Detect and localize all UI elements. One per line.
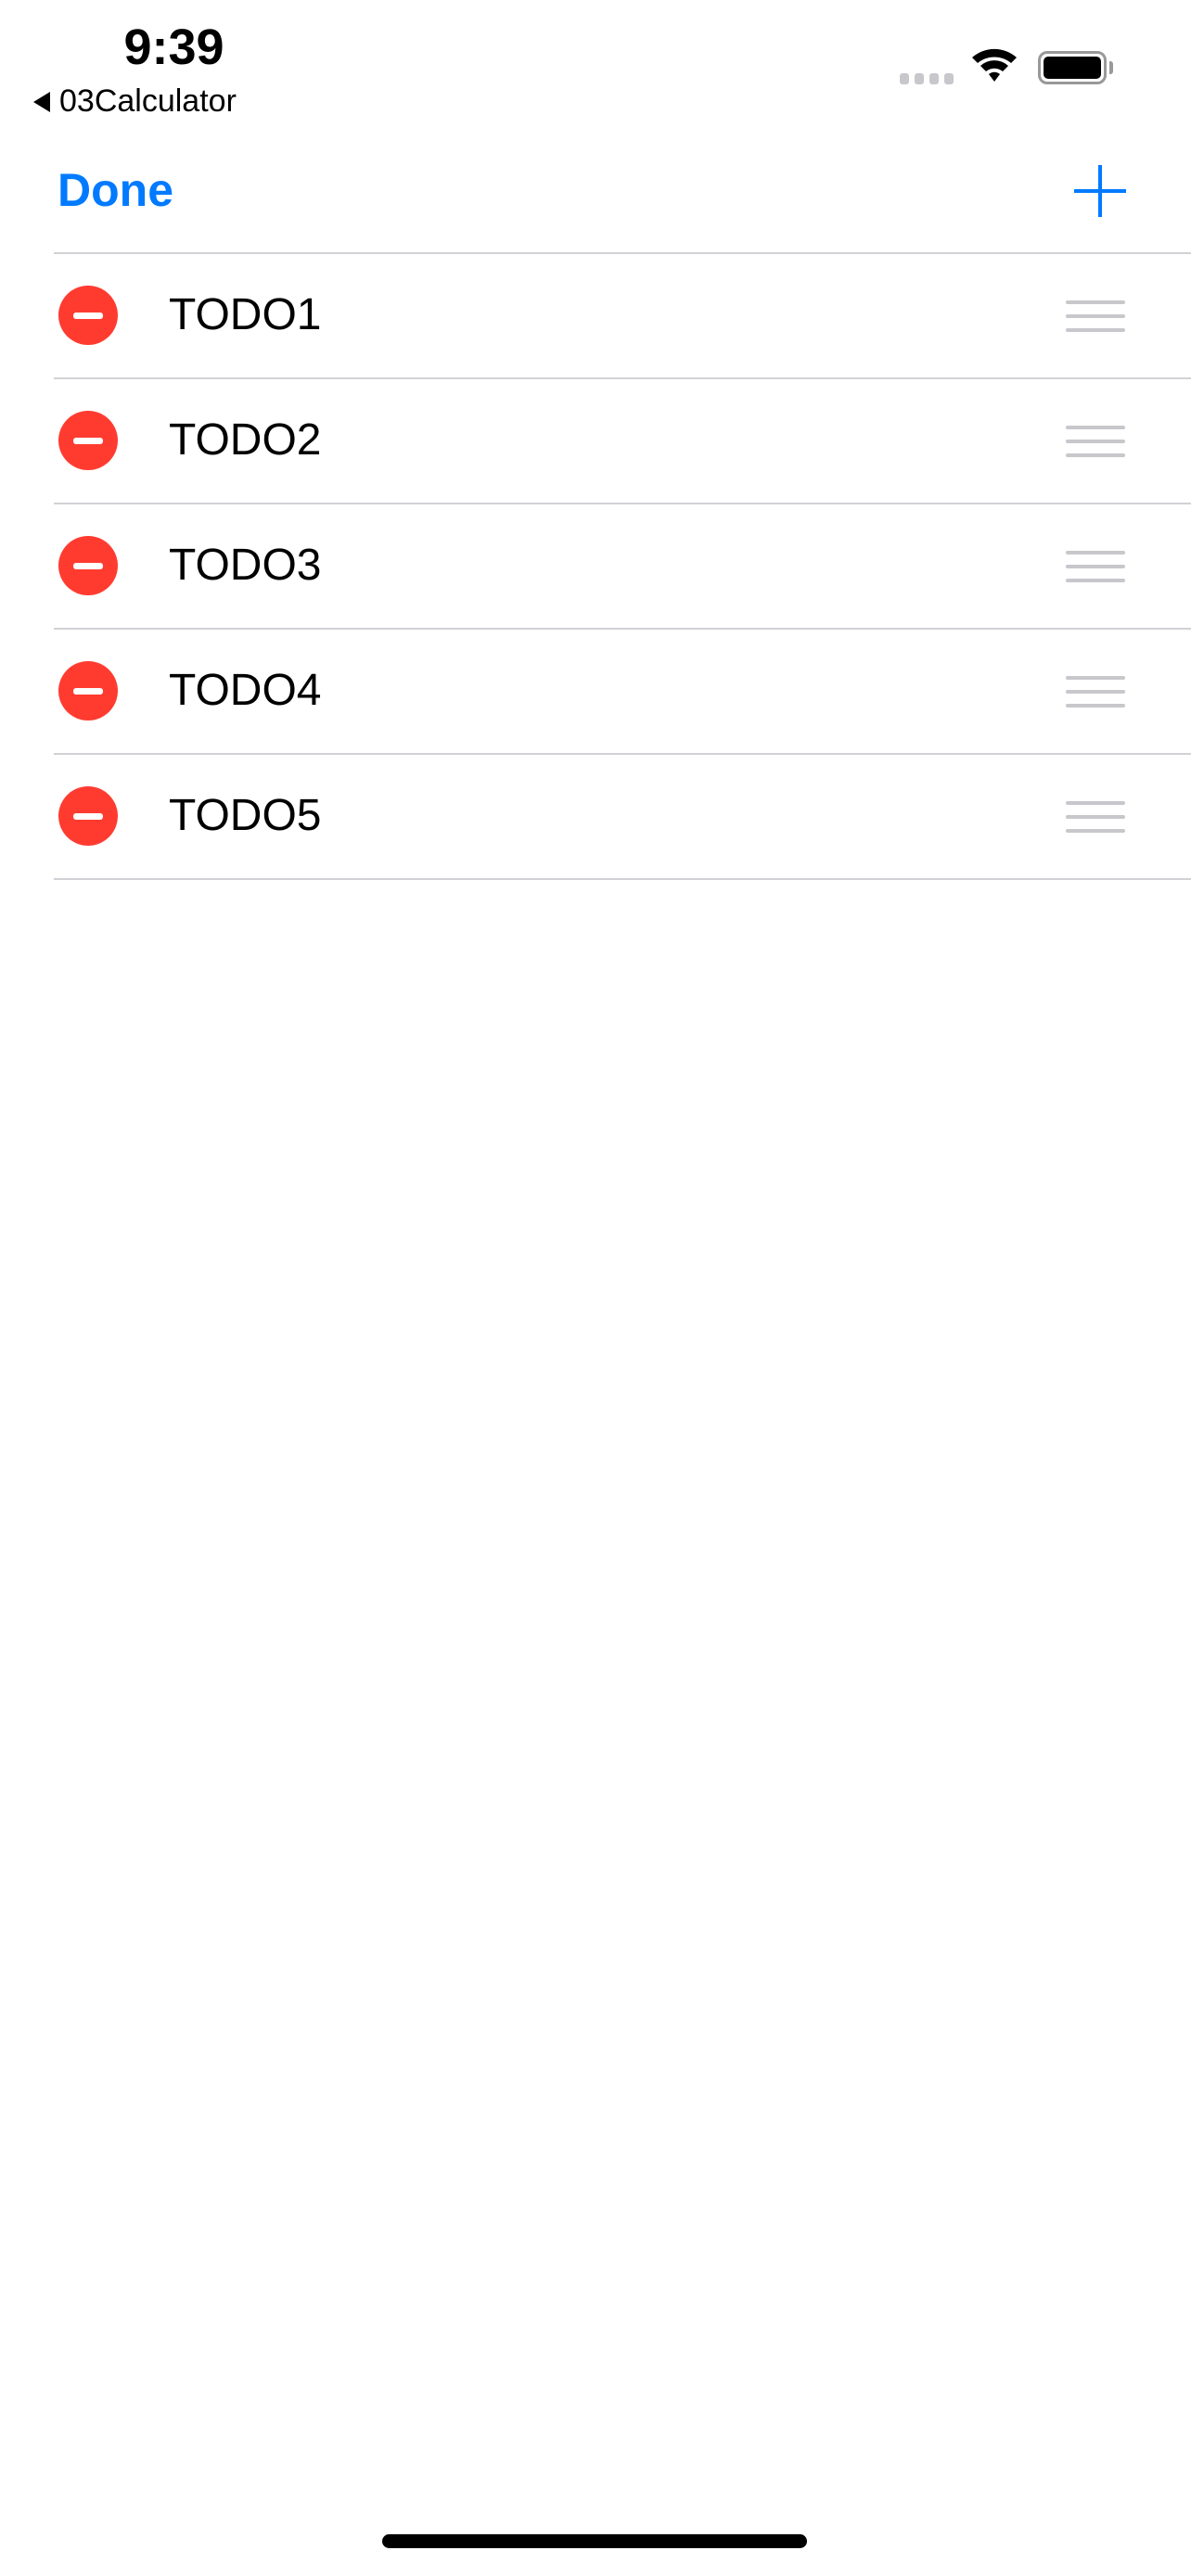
list-item: TODO4 [54, 630, 1191, 755]
delete-minus-icon[interactable] [58, 411, 118, 470]
delete-minus-icon[interactable] [58, 786, 118, 846]
wifi-icon [972, 48, 1017, 82]
item-label: TODO4 [169, 666, 322, 715]
status-time: 9:39 [123, 19, 224, 75]
item-label: TODO5 [169, 791, 322, 840]
reorder-handle-icon[interactable] [1066, 551, 1125, 582]
signal-icon [900, 73, 954, 84]
battery-icon [1038, 51, 1107, 84]
delete-minus-icon[interactable] [58, 661, 118, 721]
done-button[interactable]: Done [58, 163, 173, 217]
item-label: TODO3 [169, 541, 322, 590]
delete-minus-icon[interactable] [58, 536, 118, 595]
delete-minus-icon[interactable] [58, 286, 118, 345]
list-item: TODO5 [54, 755, 1191, 880]
todo-list: TODO1 TODO2 TODO3 TODO4 TODO5 [54, 252, 1191, 880]
reorder-handle-icon[interactable] [1066, 426, 1125, 457]
list-item: TODO3 [54, 504, 1191, 630]
battery-cap [1109, 61, 1113, 74]
plus-icon[interactable] [1074, 165, 1126, 217]
back-to-app-link[interactable]: 03Calculator [33, 83, 237, 120]
back-triangle-icon [33, 91, 50, 112]
item-label: TODO1 [169, 290, 322, 339]
reorder-handle-icon[interactable] [1066, 801, 1125, 833]
reorder-handle-icon[interactable] [1066, 300, 1125, 332]
list-item: TODO2 [54, 379, 1191, 504]
back-app-label: 03Calculator [59, 83, 237, 119]
list-item: TODO1 [54, 254, 1191, 379]
reorder-handle-icon[interactable] [1066, 676, 1125, 708]
item-label: TODO2 [169, 415, 322, 465]
home-indicator[interactable] [382, 2534, 807, 2548]
